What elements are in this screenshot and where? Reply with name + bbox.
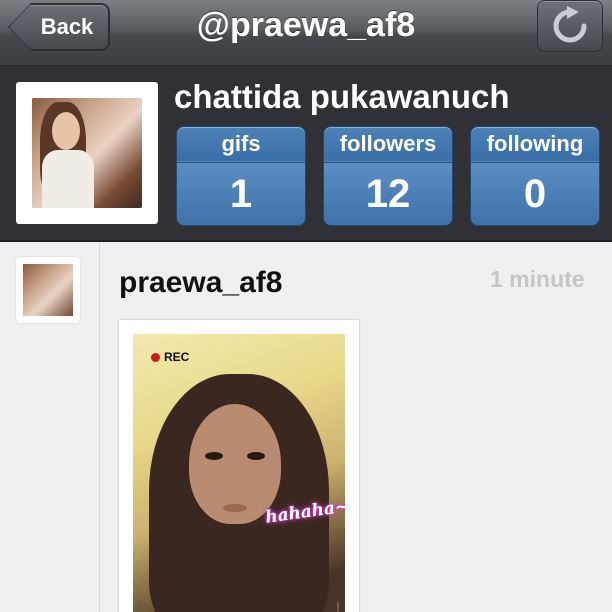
stat-value: 1: [229, 172, 253, 216]
gif-post[interactable]: REC hahaha~: [119, 320, 359, 612]
stat-value: 0: [523, 172, 547, 216]
refresh-icon: [553, 6, 587, 43]
rec-label: REC: [164, 350, 190, 364]
navigation-bar: Back @praewa_af8: [0, 0, 612, 66]
rec-indicator: REC: [151, 350, 189, 364]
stat-label: followers: [324, 127, 452, 163]
profile-avatar[interactable]: [16, 82, 158, 224]
stat-followers[interactable]: followers 12: [323, 126, 453, 226]
gif-image: REC hahaha~: [133, 334, 345, 612]
stat-following[interactable]: following 0: [470, 126, 600, 226]
feed-item-avatar[interactable]: [16, 257, 80, 323]
stat-value: 12: [365, 172, 411, 216]
stat-label: following: [471, 127, 599, 163]
profile-name: chattida pukawanuch: [174, 78, 510, 115]
viewfinder-corner: [323, 602, 339, 612]
feed-item-timestamp: 1 minute: [490, 266, 585, 292]
page-title: @praewa_af8: [196, 6, 416, 44]
feed-item-username[interactable]: praewa_af8: [119, 266, 282, 300]
gif-feed: praewa_af8 1 minute REC hahaha~: [0, 242, 612, 612]
feed-divider: [99, 242, 100, 612]
profile-header: chattida pukawanuch gifs 1 followers 12 …: [0, 66, 612, 242]
viewfinder-corner: [139, 602, 155, 612]
record-dot-icon: [151, 352, 160, 362]
avatar-thumbnail: [23, 264, 73, 316]
avatar-photo: [32, 98, 142, 208]
stat-label: gifs: [177, 127, 305, 163]
stat-gifs[interactable]: gifs 1: [176, 126, 306, 226]
refresh-button[interactable]: [537, 0, 603, 52]
